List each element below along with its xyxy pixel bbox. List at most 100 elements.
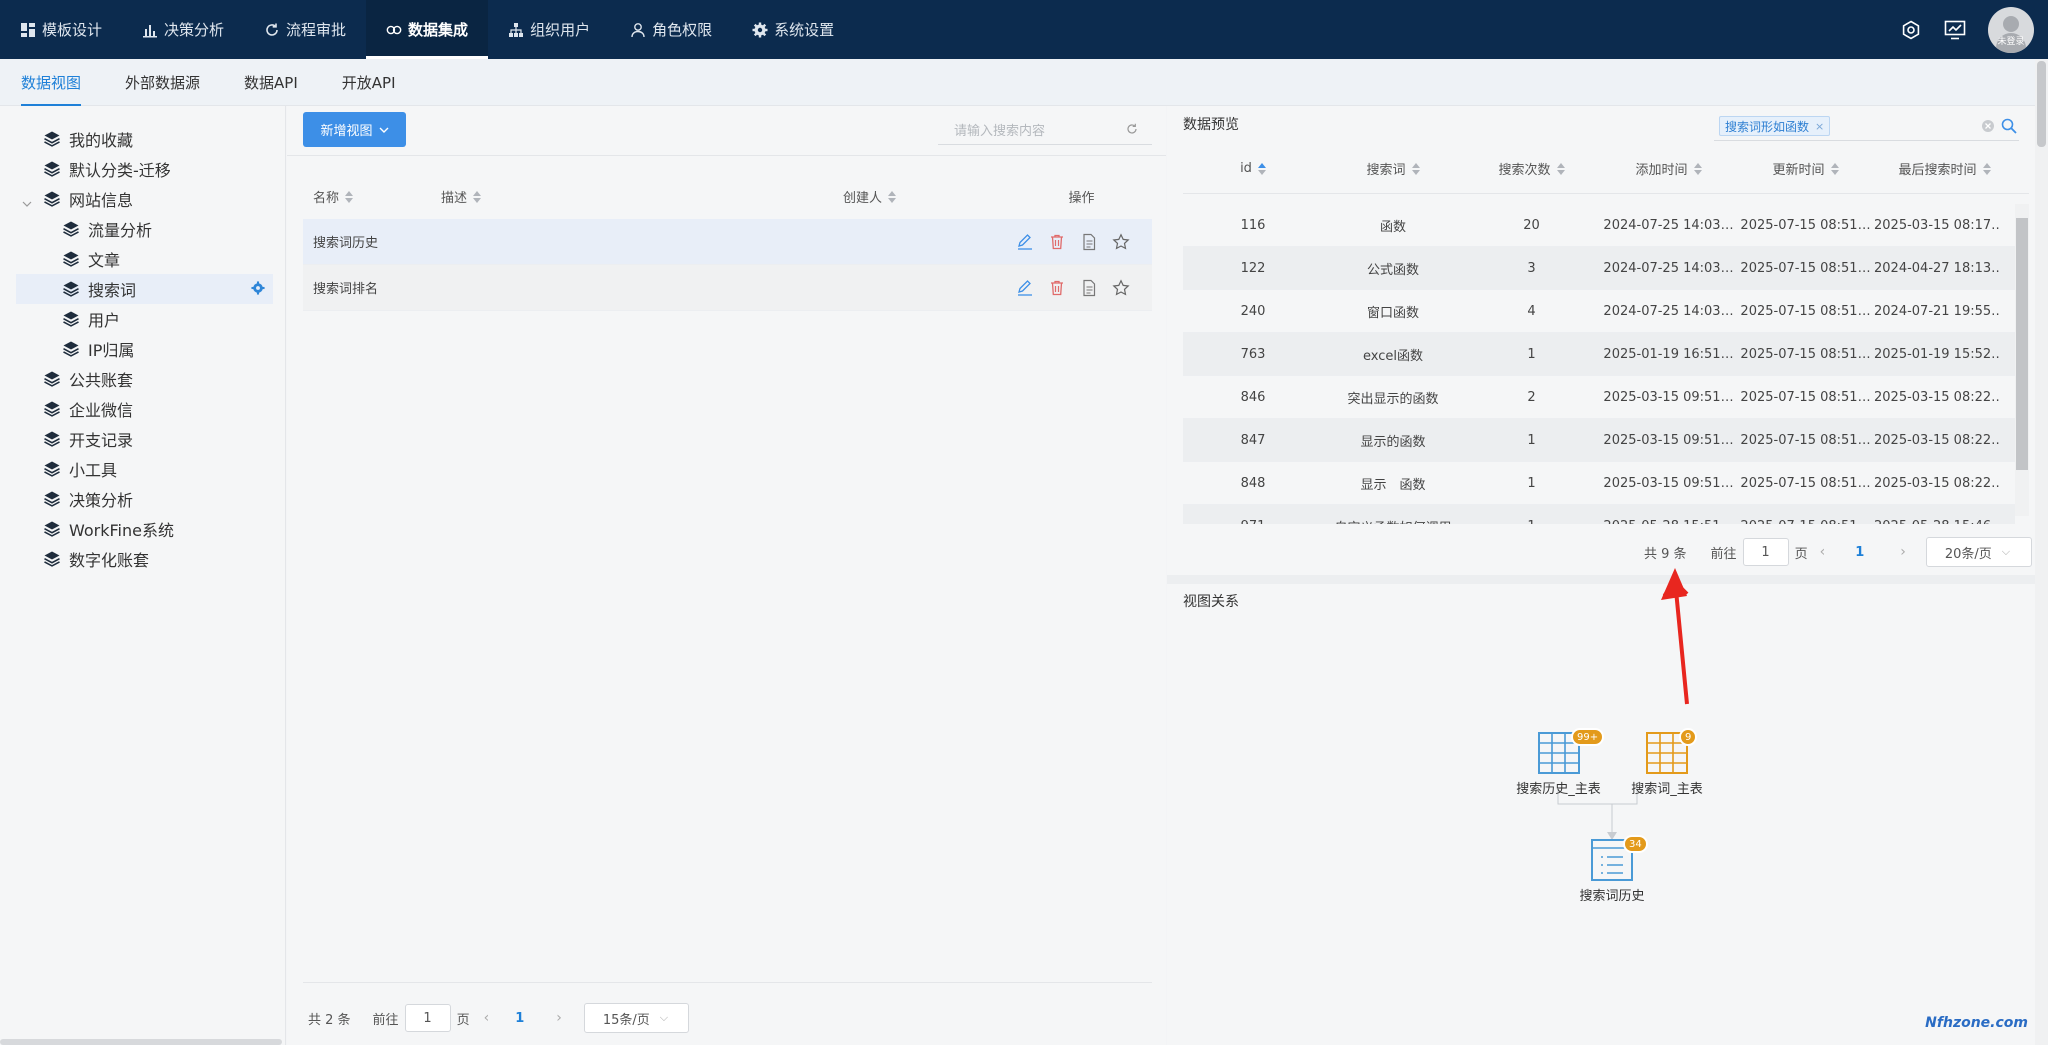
tree-node[interactable]: 用户 bbox=[0, 304, 285, 334]
edit-icon[interactable] bbox=[1016, 279, 1034, 297]
nav-item-roles[interactable]: 角色权限 bbox=[610, 0, 732, 59]
tree-node[interactable]: 文章 bbox=[0, 244, 285, 274]
col-name[interactable]: 名称 bbox=[303, 187, 431, 206]
next-page-icon[interactable]: › bbox=[556, 1010, 562, 1026]
tree-node[interactable]: 小工具 bbox=[0, 454, 285, 484]
tab-data-view[interactable]: 数据视图 bbox=[21, 59, 82, 106]
col-desc-label: 描述 bbox=[441, 191, 468, 206]
caret-down-icon[interactable] bbox=[22, 194, 32, 207]
nav-item-workflow[interactable]: 流程审批 bbox=[244, 0, 366, 59]
graph-node-search-term-main[interactable]: 搜索词_主表 9 bbox=[1627, 728, 1707, 797]
node-badge: 34 bbox=[1623, 835, 1648, 853]
org-tree-icon bbox=[508, 22, 524, 38]
sort-icon[interactable] bbox=[345, 190, 354, 203]
nav-label: 流程审批 bbox=[286, 21, 347, 39]
tree-node[interactable]: 我的收藏 bbox=[0, 124, 285, 154]
page-scrollbar[interactable] bbox=[2035, 59, 2048, 1045]
tab-open-api[interactable]: 开放API bbox=[342, 59, 396, 106]
tree-node[interactable]: 公共账套 bbox=[0, 364, 285, 394]
table-row[interactable]: 搜索词历史 bbox=[303, 219, 1152, 265]
monitor-chart-icon[interactable] bbox=[1944, 19, 1966, 41]
col-creator-label: 创建人 bbox=[843, 191, 883, 206]
tree-scrollbar[interactable] bbox=[0, 1039, 282, 1045]
prev-page-icon[interactable]: ‹ bbox=[484, 1010, 490, 1026]
avatar-label: 未登录 bbox=[1997, 36, 2025, 47]
node-label: 搜索历史_主表 bbox=[1516, 782, 1601, 797]
nav-item-decision-analysis[interactable]: 决策分析 bbox=[122, 0, 244, 59]
nav-item-org-users[interactable]: 组织用户 bbox=[488, 0, 610, 59]
page-input[interactable]: 1 bbox=[404, 1004, 451, 1032]
cell-name: 搜索词排名 bbox=[313, 282, 379, 297]
reload-icon[interactable] bbox=[1126, 123, 1138, 139]
layers-icon bbox=[62, 280, 80, 298]
bar-chart-icon bbox=[142, 22, 158, 38]
tree-node-label: 网站信息 bbox=[69, 191, 134, 210]
col-creator[interactable]: 创建人 bbox=[831, 187, 1011, 206]
page-size-select[interactable]: 15条/页 ⌵ bbox=[583, 1003, 689, 1033]
star-icon[interactable] bbox=[1112, 278, 1130, 297]
page-unit: 页 bbox=[456, 1012, 470, 1028]
tree-node[interactable]: 搜索词 bbox=[16, 274, 273, 304]
tree-node-label: 公共账套 bbox=[69, 371, 134, 390]
tree-node[interactable]: WorkFine系统 bbox=[0, 514, 285, 544]
row-actions bbox=[1016, 232, 1130, 251]
scrollbar-thumb[interactable] bbox=[2037, 61, 2046, 147]
tree-node[interactable]: 开支记录 bbox=[0, 424, 285, 454]
tab-external-datasource[interactable]: 外部数据源 bbox=[125, 59, 200, 106]
sort-icon[interactable] bbox=[888, 190, 897, 203]
gear-icon[interactable] bbox=[251, 280, 265, 299]
layers-icon bbox=[43, 400, 61, 418]
tree-node[interactable]: 默认分类-迁移 bbox=[0, 154, 285, 184]
tree-node[interactable]: 流量分析 bbox=[0, 214, 285, 244]
layers-icon bbox=[43, 370, 61, 388]
table-row[interactable]: 搜索词排名 bbox=[303, 265, 1152, 311]
nav-label: 角色权限 bbox=[652, 21, 713, 39]
document-icon[interactable] bbox=[1080, 233, 1098, 251]
sort-icon[interactable] bbox=[473, 190, 482, 203]
delete-icon[interactable] bbox=[1048, 233, 1066, 251]
user-icon bbox=[630, 22, 646, 38]
delete-icon[interactable] bbox=[1048, 279, 1066, 297]
graph-node-search-history-view[interactable]: 搜索词历史 34 bbox=[1572, 835, 1652, 904]
nav-label: 决策分析 bbox=[164, 21, 225, 39]
new-view-button[interactable]: 新增视图 bbox=[303, 112, 406, 147]
view-list-panel: 新增视图 请输入搜索内容 名称 描述 创建人 操作 搜索词历史 搜索词排名 共 … bbox=[287, 106, 1166, 1045]
node-badge: 9 bbox=[1679, 728, 1698, 746]
edit-icon[interactable] bbox=[1016, 233, 1034, 251]
view-search-input[interactable]: 请输入搜索内容 bbox=[938, 115, 1152, 145]
tree-node[interactable]: 决策分析 bbox=[0, 484, 285, 514]
nav-label: 系统设置 bbox=[774, 21, 835, 39]
tree-node-label: 决策分析 bbox=[69, 491, 134, 510]
tab-data-api[interactable]: 数据API bbox=[244, 59, 298, 106]
tree-node[interactable]: 数字化账套 bbox=[0, 544, 285, 574]
layers-icon bbox=[62, 250, 80, 268]
tree-node[interactable]: IP归属 bbox=[0, 334, 285, 364]
category-tree: 我的收藏 默认分类-迁移网站信息流量分析文章搜索词 用户 IP归属公共账套企业微信 开支… bbox=[0, 106, 286, 1045]
nav-item-system-settings[interactable]: 系统设置 bbox=[732, 0, 854, 59]
new-view-label: 新增视图 bbox=[320, 124, 373, 139]
avatar[interactable]: 未登录 bbox=[1988, 6, 2034, 53]
link-icon bbox=[386, 22, 402, 38]
tree-node[interactable]: 网站信息 bbox=[0, 184, 285, 214]
settings-hex-icon[interactable] bbox=[1900, 19, 1922, 41]
dashboard-icon bbox=[20, 22, 36, 38]
tree-node-label: 文章 bbox=[88, 251, 121, 270]
divider bbox=[287, 155, 1166, 156]
layers-icon bbox=[43, 550, 61, 568]
page-number[interactable]: 1 bbox=[515, 1011, 524, 1026]
col-name-label: 名称 bbox=[313, 191, 340, 206]
graph-node-search-history-main[interactable]: 搜索历史_主表 99+ bbox=[1507, 728, 1610, 797]
document-icon[interactable] bbox=[1080, 279, 1098, 297]
star-icon[interactable] bbox=[1112, 232, 1130, 251]
tree-node[interactable]: 企业微信 bbox=[0, 394, 285, 424]
layers-icon bbox=[62, 310, 80, 328]
nav-item-template-design[interactable]: 模板设计 bbox=[0, 0, 122, 59]
topbar-actions: 未登录 bbox=[1900, 0, 2034, 59]
preview-panel: 数据预览 搜索词形如函数 × id 搜索词 搜索次数 添加时间 更新时间 最后搜… bbox=[1167, 106, 2035, 1045]
nav-item-data-integration[interactable]: 数据集成 bbox=[366, 0, 489, 59]
col-desc[interactable]: 描述 bbox=[431, 187, 831, 206]
refresh-icon bbox=[264, 22, 280, 38]
top-nav: 模板设计 决策分析 流程审批 数据集成 组织用户 角色权限 系统设置 未登录 bbox=[0, 0, 2048, 59]
view-table: 名称 描述 创建人 操作 搜索词历史 搜索词排名 bbox=[303, 174, 1152, 311]
relation-edges bbox=[1557, 568, 1689, 840]
